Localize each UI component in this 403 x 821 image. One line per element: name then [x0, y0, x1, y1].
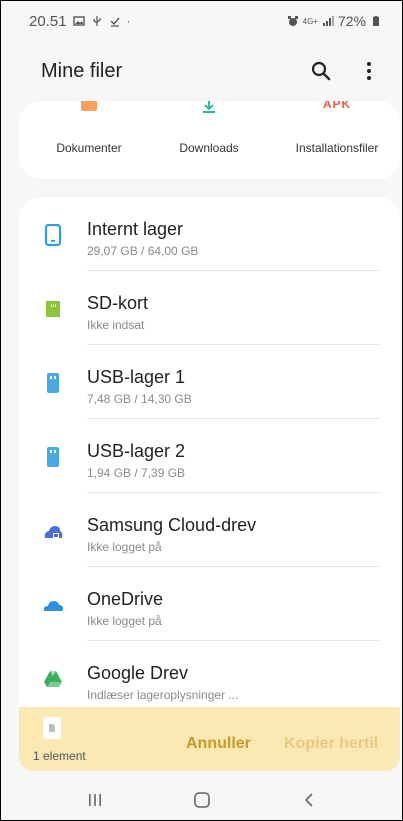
copy-here-button[interactable]: Kopier hertil: [284, 735, 378, 753]
search-icon: [311, 61, 331, 81]
storage-detail: Ikke logget på: [87, 614, 162, 628]
google-drive-icon: [44, 671, 62, 687]
alarm-icon: [287, 16, 298, 26]
category-label: Installationsfiler: [295, 141, 379, 155]
storage-detail: 29,07 GB / 64,00 GB: [87, 244, 199, 258]
category-label: Dokumenter: [56, 141, 122, 155]
cancel-button[interactable]: Annuller: [186, 735, 251, 753]
file-icon: [49, 724, 55, 732]
storage-item-onedrive[interactable]: OneDrive Ikke logget på: [19, 567, 400, 641]
signal-icon: [322, 16, 334, 26]
storage-item-samsung-cloud[interactable]: Samsung Cloud-drev Ikke logget på: [19, 493, 400, 567]
download-icon: [203, 101, 215, 113]
selection-count: 1 element: [33, 749, 86, 763]
document-icon: [81, 101, 97, 111]
copy-action-bar: 1 element Annuller Kopier hertil: [19, 707, 400, 771]
category-shortcuts: Dokumenter Downloads APK Installationsfi…: [19, 101, 400, 179]
usb-icon: [47, 373, 59, 393]
battery-icon: [373, 16, 379, 26]
storage-item-internal[interactable]: Internt lager 29,07 GB / 64,00 GB: [19, 197, 400, 271]
battery-percent: 72%: [337, 13, 366, 29]
storage-item-usb-1[interactable]: USB-lager 1 7,48 GB / 14,30 GB: [19, 345, 400, 419]
selected-file-thumbnail: [43, 717, 61, 739]
storage-item-sd-card[interactable]: SD-kort Ikke indsat: [19, 271, 400, 345]
back-icon: [304, 792, 313, 807]
usb-status-icon: [92, 16, 101, 26]
recent-apps-button[interactable]: [80, 785, 110, 815]
dot-icon: ·: [126, 14, 131, 28]
phone-icon: [44, 224, 62, 246]
storage-name: Internt lager: [87, 219, 184, 239]
storage-name: SD-kort: [87, 293, 149, 313]
storage-detail: Ikke logget på: [87, 540, 162, 554]
recent-apps-icon: [88, 793, 101, 806]
more-options-button[interactable]: [358, 60, 380, 82]
apk-icon: APK: [322, 101, 352, 111]
onedrive-icon: [43, 601, 63, 611]
page-title: Mine filer: [41, 59, 123, 82]
storage-name: OneDrive: [87, 589, 164, 609]
app-header: Mine filer: [1, 49, 402, 93]
storage-item-google-drive[interactable]: Google Drev Indlæser lageroplysninger ..…: [19, 641, 400, 715]
status-time: 20.51: [29, 12, 67, 30]
storage-detail: 1,94 GB / 7,39 GB: [87, 466, 186, 480]
more-vert-icon: [367, 62, 371, 80]
category-label: Downloads: [179, 141, 239, 155]
home-button[interactable]: [187, 785, 217, 815]
storage-name: Samsung Cloud-drev: [87, 515, 257, 535]
usb-icon: [47, 447, 59, 467]
storage-detail: Ikke indsat: [87, 318, 145, 332]
network-type: 4G+: [302, 16, 318, 26]
storage-list: Internt lager 29,07 GB / 64,00 GB SD-kor…: [19, 197, 400, 717]
storage-name: USB-lager 1: [87, 367, 186, 387]
screen: 20.51 · 4G+ 72% Mine filer Dokumenter Do…: [0, 0, 403, 821]
samsung-cloud-icon: [44, 526, 63, 538]
search-button[interactable]: [310, 60, 332, 82]
home-icon: [193, 791, 210, 808]
back-button[interactable]: [294, 785, 324, 815]
sd-card-icon: [46, 301, 60, 317]
storage-name: Google Drev: [87, 663, 189, 683]
storage-detail: 7,48 GB / 14,30 GB: [87, 392, 192, 406]
system-nav-bar: [1, 777, 402, 820]
download-done-icon: [110, 17, 120, 27]
storage-detail: Indlæser lageroplysninger ...: [87, 688, 239, 702]
storage-name: USB-lager 2: [87, 441, 186, 461]
storage-item-usb-2[interactable]: USB-lager 2 1,94 GB / 7,39 GB: [19, 419, 400, 493]
status-bar: 20.51 · 4G+ 72%: [1, 1, 402, 41]
gallery-icon: [72, 16, 85, 26]
